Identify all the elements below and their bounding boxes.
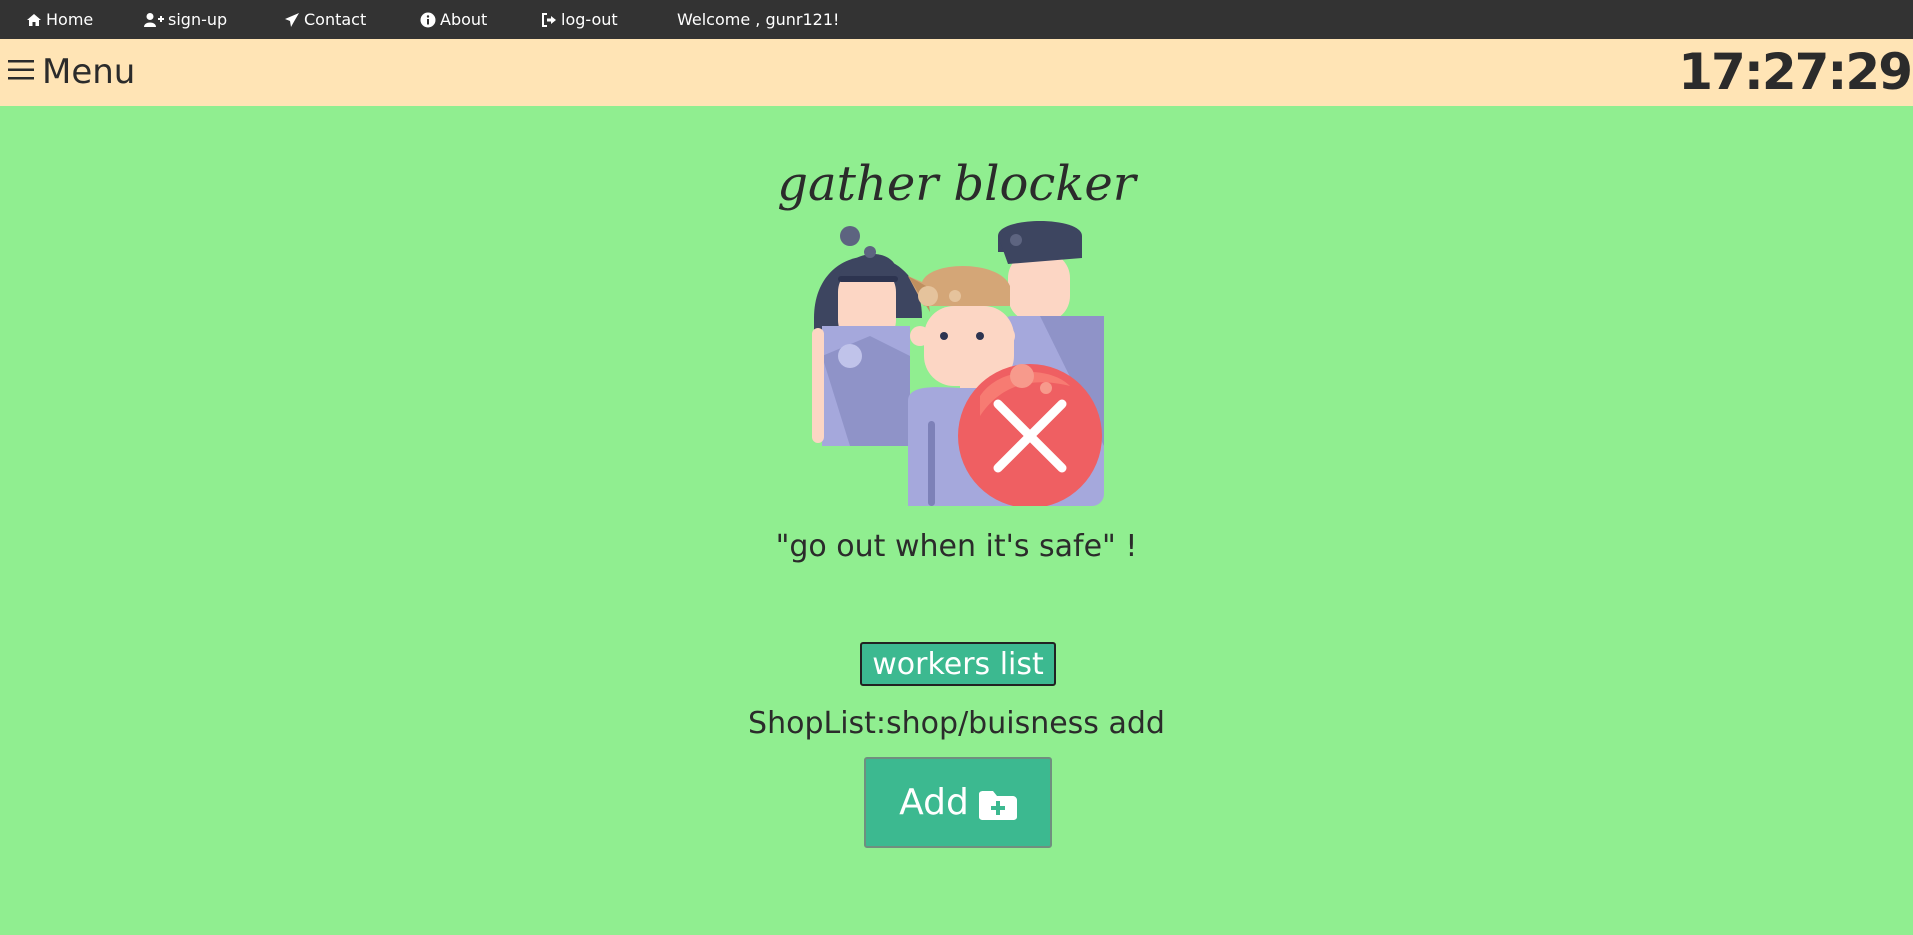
menu-label: Menu [42,52,136,92]
add-button-label: Add [899,782,969,823]
nav-contact-label: Contact [304,10,367,29]
slogan-text: "go out when it's safe" ! [775,529,1138,564]
menu-bar: Menu 17:27:29 [0,39,1913,106]
top-nav: Home sign-up Contact About log-out Welco… [0,0,1913,39]
folder-plus-icon [978,788,1017,820]
hamburger-icon [8,52,34,92]
nav-home-link[interactable]: Home [26,0,93,39]
nav-home-label: Home [46,10,94,29]
menu-toggle-button[interactable]: Menu [8,49,135,95]
info-circle-icon [420,12,436,28]
nav-logout-link[interactable]: log-out [541,0,618,39]
shoplist-label: ShopList:shop/buisness add [748,706,1165,741]
nav-about-label: About [440,10,488,29]
nav-signup-link[interactable]: sign-up [144,0,227,39]
clock: 17:27:29 [1678,43,1913,101]
crowd-blocked-illustration [810,216,1105,508]
sign-out-icon [541,12,557,28]
paper-plane-icon [284,12,300,28]
home-icon [26,12,42,28]
nav-about-link[interactable]: About [420,0,487,39]
welcome-message: Welcome , gunr121! [677,10,840,29]
main-content: gather blocker "go out when it's safe" !… [0,106,1913,935]
user-plus-icon [144,12,164,28]
nav-signup-label: sign-up [168,10,228,29]
add-shop-button[interactable]: Add [864,757,1052,848]
nav-logout-label: log-out [561,10,618,29]
page-title: gather blocker [777,156,1136,212]
nav-contact-link[interactable]: Contact [284,0,366,39]
workers-list-button[interactable]: workers list [860,642,1056,686]
